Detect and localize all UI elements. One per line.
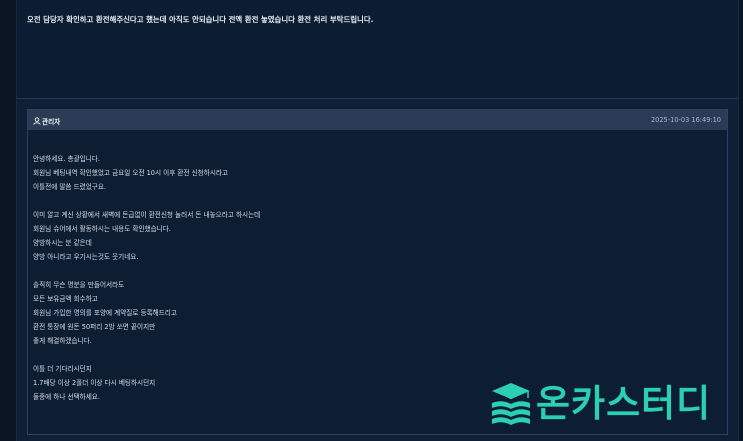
reply-line: 회원님 베팅내역 확인했었고 금요일 오전 10시 이후 환전 신청하시라고	[33, 169, 229, 177]
reply-line: 좋게 해결하겠습니다.	[33, 337, 92, 345]
watermark-logo: 온카스터디	[488, 379, 738, 429]
reply-line	[33, 264, 260, 278]
reply-line: 회원님 가입한 명의를 포양에 계약질로 등록해드리고	[33, 309, 177, 317]
book-stack-graduation-cap-icon	[492, 383, 530, 425]
reply-line: 솔직히 무슨 명분을 만들어서라도	[33, 281, 125, 289]
reply-line: 이틀 더 기다리시던지	[33, 365, 92, 373]
user-icon	[33, 117, 41, 125]
reply-line: 환전 통장에 원돈 50퍼리 2방 쏘면 끝이지만	[33, 323, 156, 331]
reply-line: 양방 아니라고 우기시는것도 웃기네요.	[33, 253, 139, 261]
reply-line	[33, 194, 260, 208]
reply-body: 안녕하세요. 총괄입니다. 회원님 베팅내역 확인했었고 금요일 오전 10시 이…	[33, 152, 260, 404]
reply-line: 둘중에 하나 선택하세요.	[33, 393, 100, 401]
question-panel: 오전 담당자 확인하고 환전해주신다고 했는데 아직도 안되습니다 전액 환전 …	[17, 0, 738, 99]
watermark-text: 온카스터디	[536, 382, 712, 425]
reply-line: 안녕하세요. 총괄입니다.	[33, 155, 100, 163]
reply-line: 모든 보유금액 회수하고	[33, 295, 98, 303]
reply-line: 양방하시는 분 같은데	[33, 239, 92, 247]
question-text: 오전 담당자 확인하고 환전해주신다고 했는데 아직도 안되습니다 전액 환전 …	[27, 15, 374, 24]
reply-line: 1.7배당 이상 2폴더 이상 다시 베팅하시던지	[33, 379, 156, 387]
reply-line: 이미 알고 계신 상황에서 새벽에 돈급없이 환전신청 눌러서 돈 내놓으라고 …	[33, 211, 261, 219]
reply-line: 회원님 슈어에서 활동하시는 내용도 확인했습니다.	[33, 225, 171, 233]
reply-author-name: 관리자	[42, 118, 61, 126]
reply-line	[33, 348, 260, 362]
post-container: 오전 담당자 확인하고 환전해주신다고 했는데 아직도 안되습니다 전액 환전 …	[16, 0, 739, 441]
reply-line: 이틀전에 말씀 드렸었구요.	[33, 183, 107, 191]
reply-header: 관리자 2025-10-03 16:49:10	[28, 110, 727, 130]
reply-date: 2025-10-03 16:49:10	[650, 116, 721, 124]
reply-author: 관리자	[33, 116, 60, 126]
